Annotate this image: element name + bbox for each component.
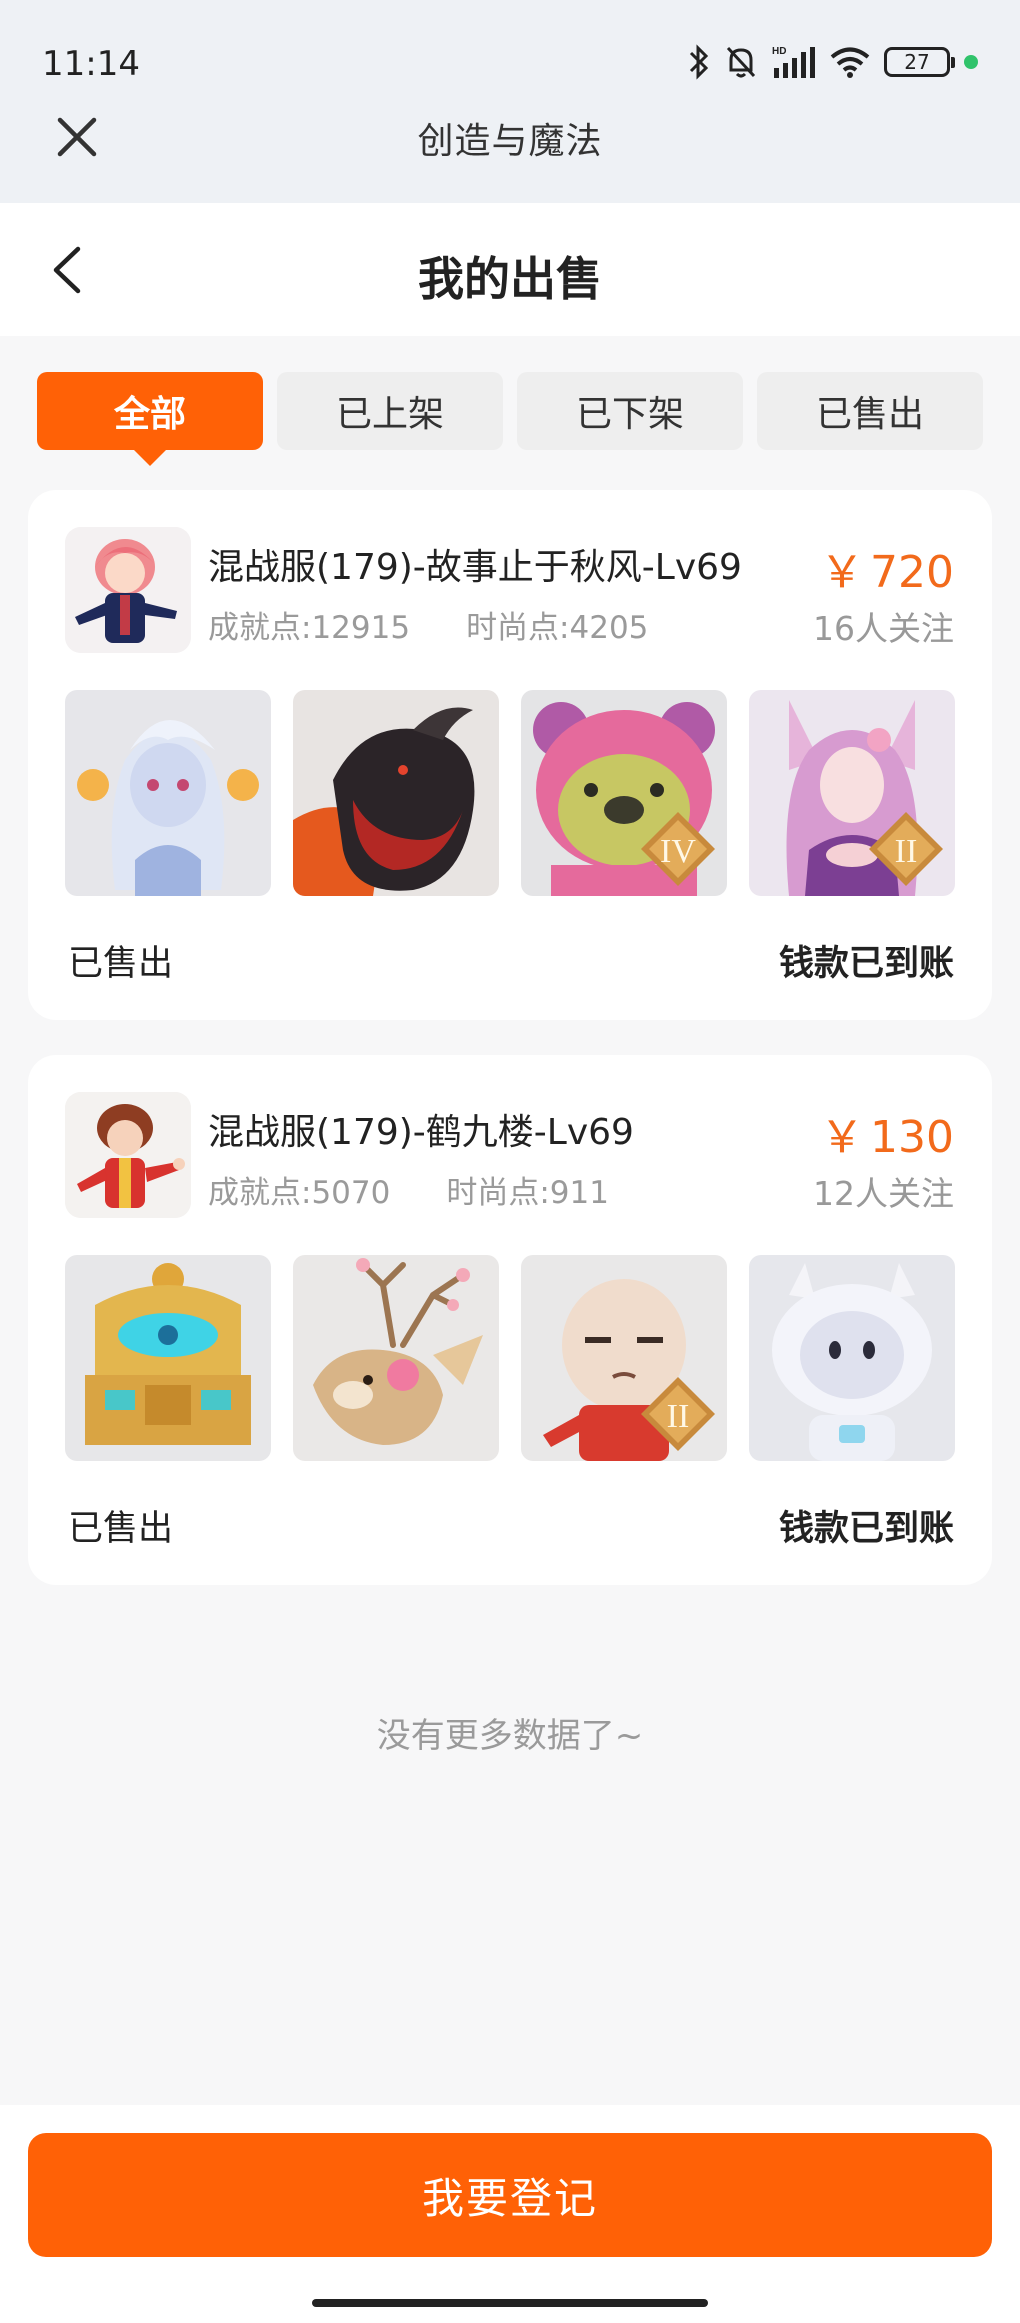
register-button[interactable]: 我要登记 <box>28 2133 992 2257</box>
filter-tabs: 全部 已上架 已下架 已售出 <box>37 372 983 466</box>
tier-badge-ii: II <box>869 812 943 886</box>
avatar <box>65 1092 191 1218</box>
achievement-points: 成就点:12915 <box>208 610 411 646</box>
listing-price: ￥ 130 <box>820 1101 954 1165</box>
golden-throne-icon[interactable] <box>65 1255 271 1461</box>
item-thumbnails: II <box>65 1255 955 1461</box>
followers-count: 12人关注 <box>813 1174 954 1213</box>
followers-count: 16人关注 <box>813 609 954 648</box>
svg-text:HD: HD <box>772 46 786 57</box>
privacy-dot <box>964 55 978 69</box>
black-beast-mount-icon[interactable] <box>293 690 499 896</box>
listing-title: 混战服(179)-故事止于秋风-Lv69 <box>208 547 742 588</box>
tier-badge-iv: IV <box>641 812 715 886</box>
tab-listed[interactable]: 已上架 <box>277 372 503 450</box>
currency-symbol: ￥ <box>820 1112 865 1163</box>
listing-card[interactable]: 混战服(179)-鹤九楼-Lv69 成就点:5070 时尚点:911 ￥ 130 1… <box>28 1055 992 1585</box>
top-bar: 11:14 HD 27 创造与魔法 <box>0 0 1020 203</box>
mini-app-title: 创造与魔法 <box>417 121 603 162</box>
sale-status: 已售出 <box>68 1509 174 1549</box>
fox-spirit-girl-icon[interactable]: II <box>749 690 955 896</box>
item-thumbnails: IV II <box>65 690 955 896</box>
bluetooth-icon <box>689 44 709 80</box>
tier-badge-ii: II <box>641 1377 715 1451</box>
pink-bear-costume-icon[interactable]: IV <box>521 690 727 896</box>
listing-stats: 成就点:5070 时尚点:911 <box>208 1167 609 1212</box>
tab-delisted[interactable]: 已下架 <box>517 372 743 450</box>
bottom-action-bar: 我要登记 <box>0 2105 1020 2323</box>
listing-stats: 成就点:12915 时尚点:4205 <box>208 602 648 647</box>
svg-text:IV: IV <box>660 833 696 870</box>
space-cow-icon[interactable] <box>749 1255 955 1461</box>
price-value: 130 <box>870 1112 954 1163</box>
payment-status: 钱款已到账 <box>778 944 954 984</box>
sakura-deer-icon[interactable] <box>293 1255 499 1461</box>
sale-status: 已售出 <box>68 944 174 984</box>
price-value: 720 <box>870 547 954 598</box>
no-more-data-text: 没有更多数据了~ <box>376 1716 644 1756</box>
wifi-icon <box>830 47 870 78</box>
listing-card[interactable]: 混战服(179)-故事止于秋风-Lv69 成就点:12915 时尚点:4205 ￥… <box>28 490 992 1020</box>
listing-title: 混战服(179)-鹤九楼-Lv69 <box>208 1112 634 1153</box>
signal-icon: HD <box>772 46 815 78</box>
avatar <box>65 527 191 653</box>
fashion-points: 时尚点:4205 <box>466 610 649 646</box>
svg-text:II: II <box>895 833 918 870</box>
white-spirit-pet-icon[interactable] <box>65 690 271 896</box>
fashion-points: 时尚点:911 <box>446 1175 609 1211</box>
page-title: 我的出售 <box>418 252 602 306</box>
bald-character-icon[interactable]: II <box>521 1255 727 1461</box>
achievement-points: 成就点:5070 <box>208 1175 391 1211</box>
battery-indicator: 27 <box>884 47 955 77</box>
status-icons: HD 27 <box>688 42 978 82</box>
home-indicator <box>312 2299 708 2307</box>
mute-bell-icon <box>726 46 756 78</box>
currency-symbol: ￥ <box>820 547 865 598</box>
svg-text:II: II <box>667 1398 690 1435</box>
page-header: 我的出售 <box>0 203 1020 336</box>
status-time: 11:14 <box>42 44 140 84</box>
tab-sold[interactable]: 已售出 <box>757 372 983 450</box>
tab-all[interactable]: 全部 <box>37 372 263 466</box>
listing-price: ￥ 720 <box>820 536 954 600</box>
payment-status: 钱款已到账 <box>778 1509 954 1549</box>
